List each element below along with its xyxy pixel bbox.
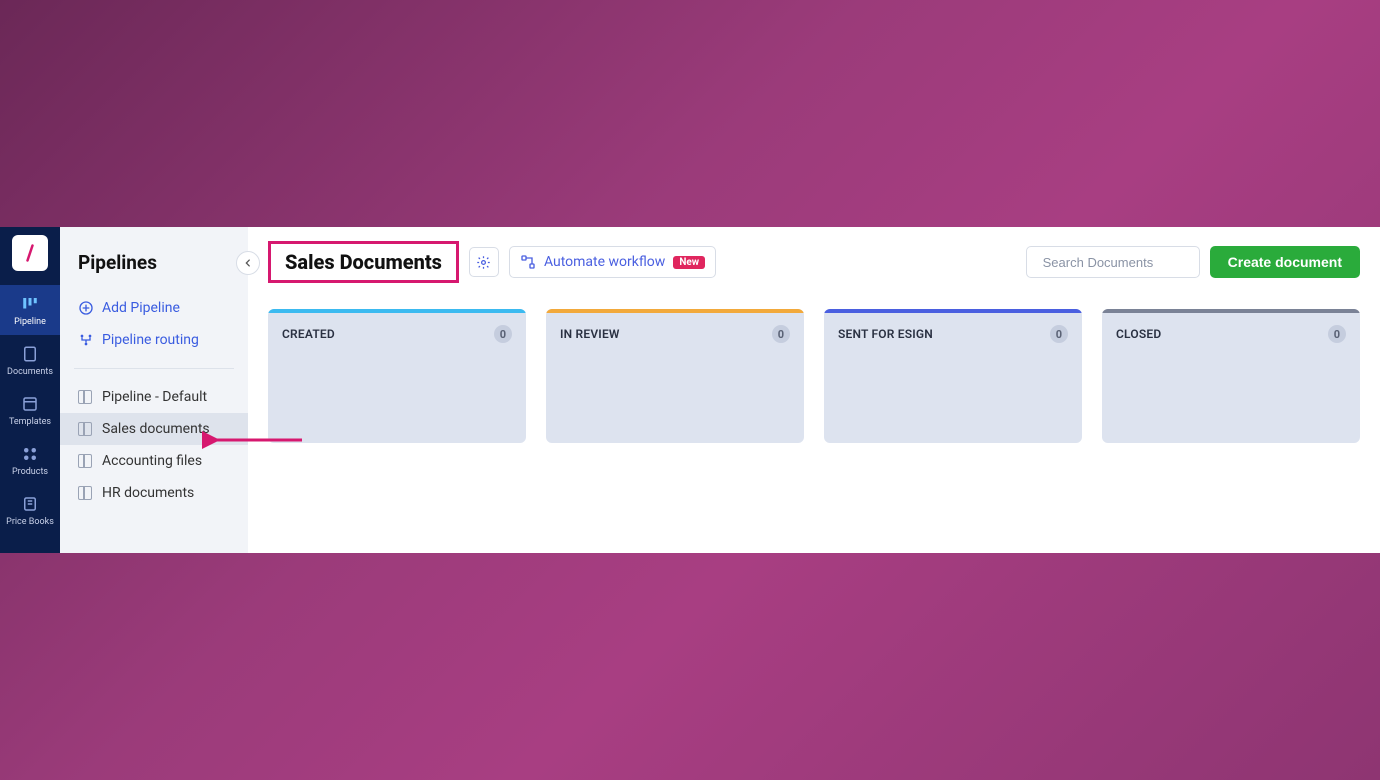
chevron-left-icon — [243, 258, 253, 268]
search-input[interactable] — [1043, 255, 1219, 270]
nav-rail: Pipeline Documents Templates Products Pr… — [0, 227, 60, 553]
sidebar: Pipelines Add Pipeline Pipeline routing … — [60, 227, 248, 553]
app-logo[interactable] — [12, 235, 48, 271]
nav-label: Price Books — [6, 517, 54, 527]
nav-item-pipeline[interactable]: Pipeline — [0, 285, 60, 335]
sidebar-item-label: HR documents — [102, 485, 194, 501]
new-badge: New — [673, 256, 705, 269]
app-window: Pipeline Documents Templates Products Pr… — [0, 227, 1380, 553]
collapse-sidebar-button[interactable] — [236, 251, 260, 275]
templates-icon — [21, 395, 39, 413]
plus-circle-icon — [78, 300, 94, 316]
board-icon — [78, 486, 92, 500]
column-closed[interactable]: CLOSED 0 — [1102, 309, 1360, 443]
routing-icon — [78, 332, 94, 348]
column-count: 0 — [1050, 325, 1068, 343]
column-name: CREATED — [282, 327, 335, 341]
sidebar-item-hr-documents[interactable]: HR documents — [60, 477, 248, 509]
automate-workflow-button[interactable]: Automate workflow New — [509, 246, 716, 278]
column-count: 0 — [772, 325, 790, 343]
column-name: SENT FOR ESIGN — [838, 327, 933, 341]
column-sent-for-esign[interactable]: SENT FOR ESIGN 0 — [824, 309, 1082, 443]
kanban-board: CREATED 0 IN REVIEW 0 SENT FOR ESIGN 0 — [248, 297, 1380, 443]
board-icon — [78, 390, 92, 404]
pipeline-icon — [21, 295, 39, 313]
nav-item-documents[interactable]: Documents — [0, 335, 60, 385]
documents-icon — [21, 345, 39, 363]
nav-item-products[interactable]: Products — [0, 435, 60, 485]
sidebar-item-accounting-files[interactable]: Accounting files — [60, 445, 248, 477]
routing-label: Pipeline routing — [102, 332, 199, 348]
divider — [74, 368, 234, 369]
board-icon — [78, 454, 92, 468]
search-box[interactable] — [1026, 246, 1200, 278]
board-icon — [78, 422, 92, 436]
nav-label: Templates — [9, 417, 51, 427]
workflow-icon — [520, 254, 536, 270]
sidebar-item-label: Pipeline - Default — [102, 389, 207, 405]
pipeline-routing-link[interactable]: Pipeline routing — [60, 324, 248, 356]
column-count: 0 — [1328, 325, 1346, 343]
nav-item-templates[interactable]: Templates — [0, 385, 60, 435]
nav-label: Products — [12, 467, 48, 477]
pricebooks-icon — [21, 495, 39, 513]
nav-item-pricebooks[interactable]: Price Books — [0, 485, 60, 535]
page-title: Sales Documents — [285, 250, 442, 274]
slash-icon — [20, 243, 40, 263]
main-content: Sales Documents Automate workflow New Cr… — [248, 227, 1380, 553]
products-icon — [21, 445, 39, 463]
create-document-button[interactable]: Create document — [1210, 246, 1360, 278]
column-in-review[interactable]: IN REVIEW 0 — [546, 309, 804, 443]
settings-button[interactable] — [469, 247, 499, 277]
nav-label: Pipeline — [14, 317, 46, 327]
sidebar-item-label: Sales documents — [102, 421, 210, 437]
sidebar-item-default[interactable]: Pipeline - Default — [60, 381, 248, 413]
column-count: 0 — [494, 325, 512, 343]
gear-icon — [476, 255, 491, 270]
column-created[interactable]: CREATED 0 — [268, 309, 526, 443]
sidebar-item-label: Accounting files — [102, 453, 202, 469]
add-pipeline-link[interactable]: Add Pipeline — [60, 292, 248, 324]
sidebar-title: Pipelines — [60, 251, 248, 292]
add-pipeline-label: Add Pipeline — [102, 300, 180, 316]
sidebar-item-sales-documents[interactable]: Sales documents — [60, 413, 248, 445]
column-name: CLOSED — [1116, 327, 1161, 341]
column-name: IN REVIEW — [560, 327, 620, 341]
topbar: Sales Documents Automate workflow New Cr… — [248, 227, 1380, 297]
nav-label: Documents — [7, 367, 53, 377]
automate-label: Automate workflow — [544, 254, 665, 270]
page-title-highlight: Sales Documents — [268, 241, 459, 283]
